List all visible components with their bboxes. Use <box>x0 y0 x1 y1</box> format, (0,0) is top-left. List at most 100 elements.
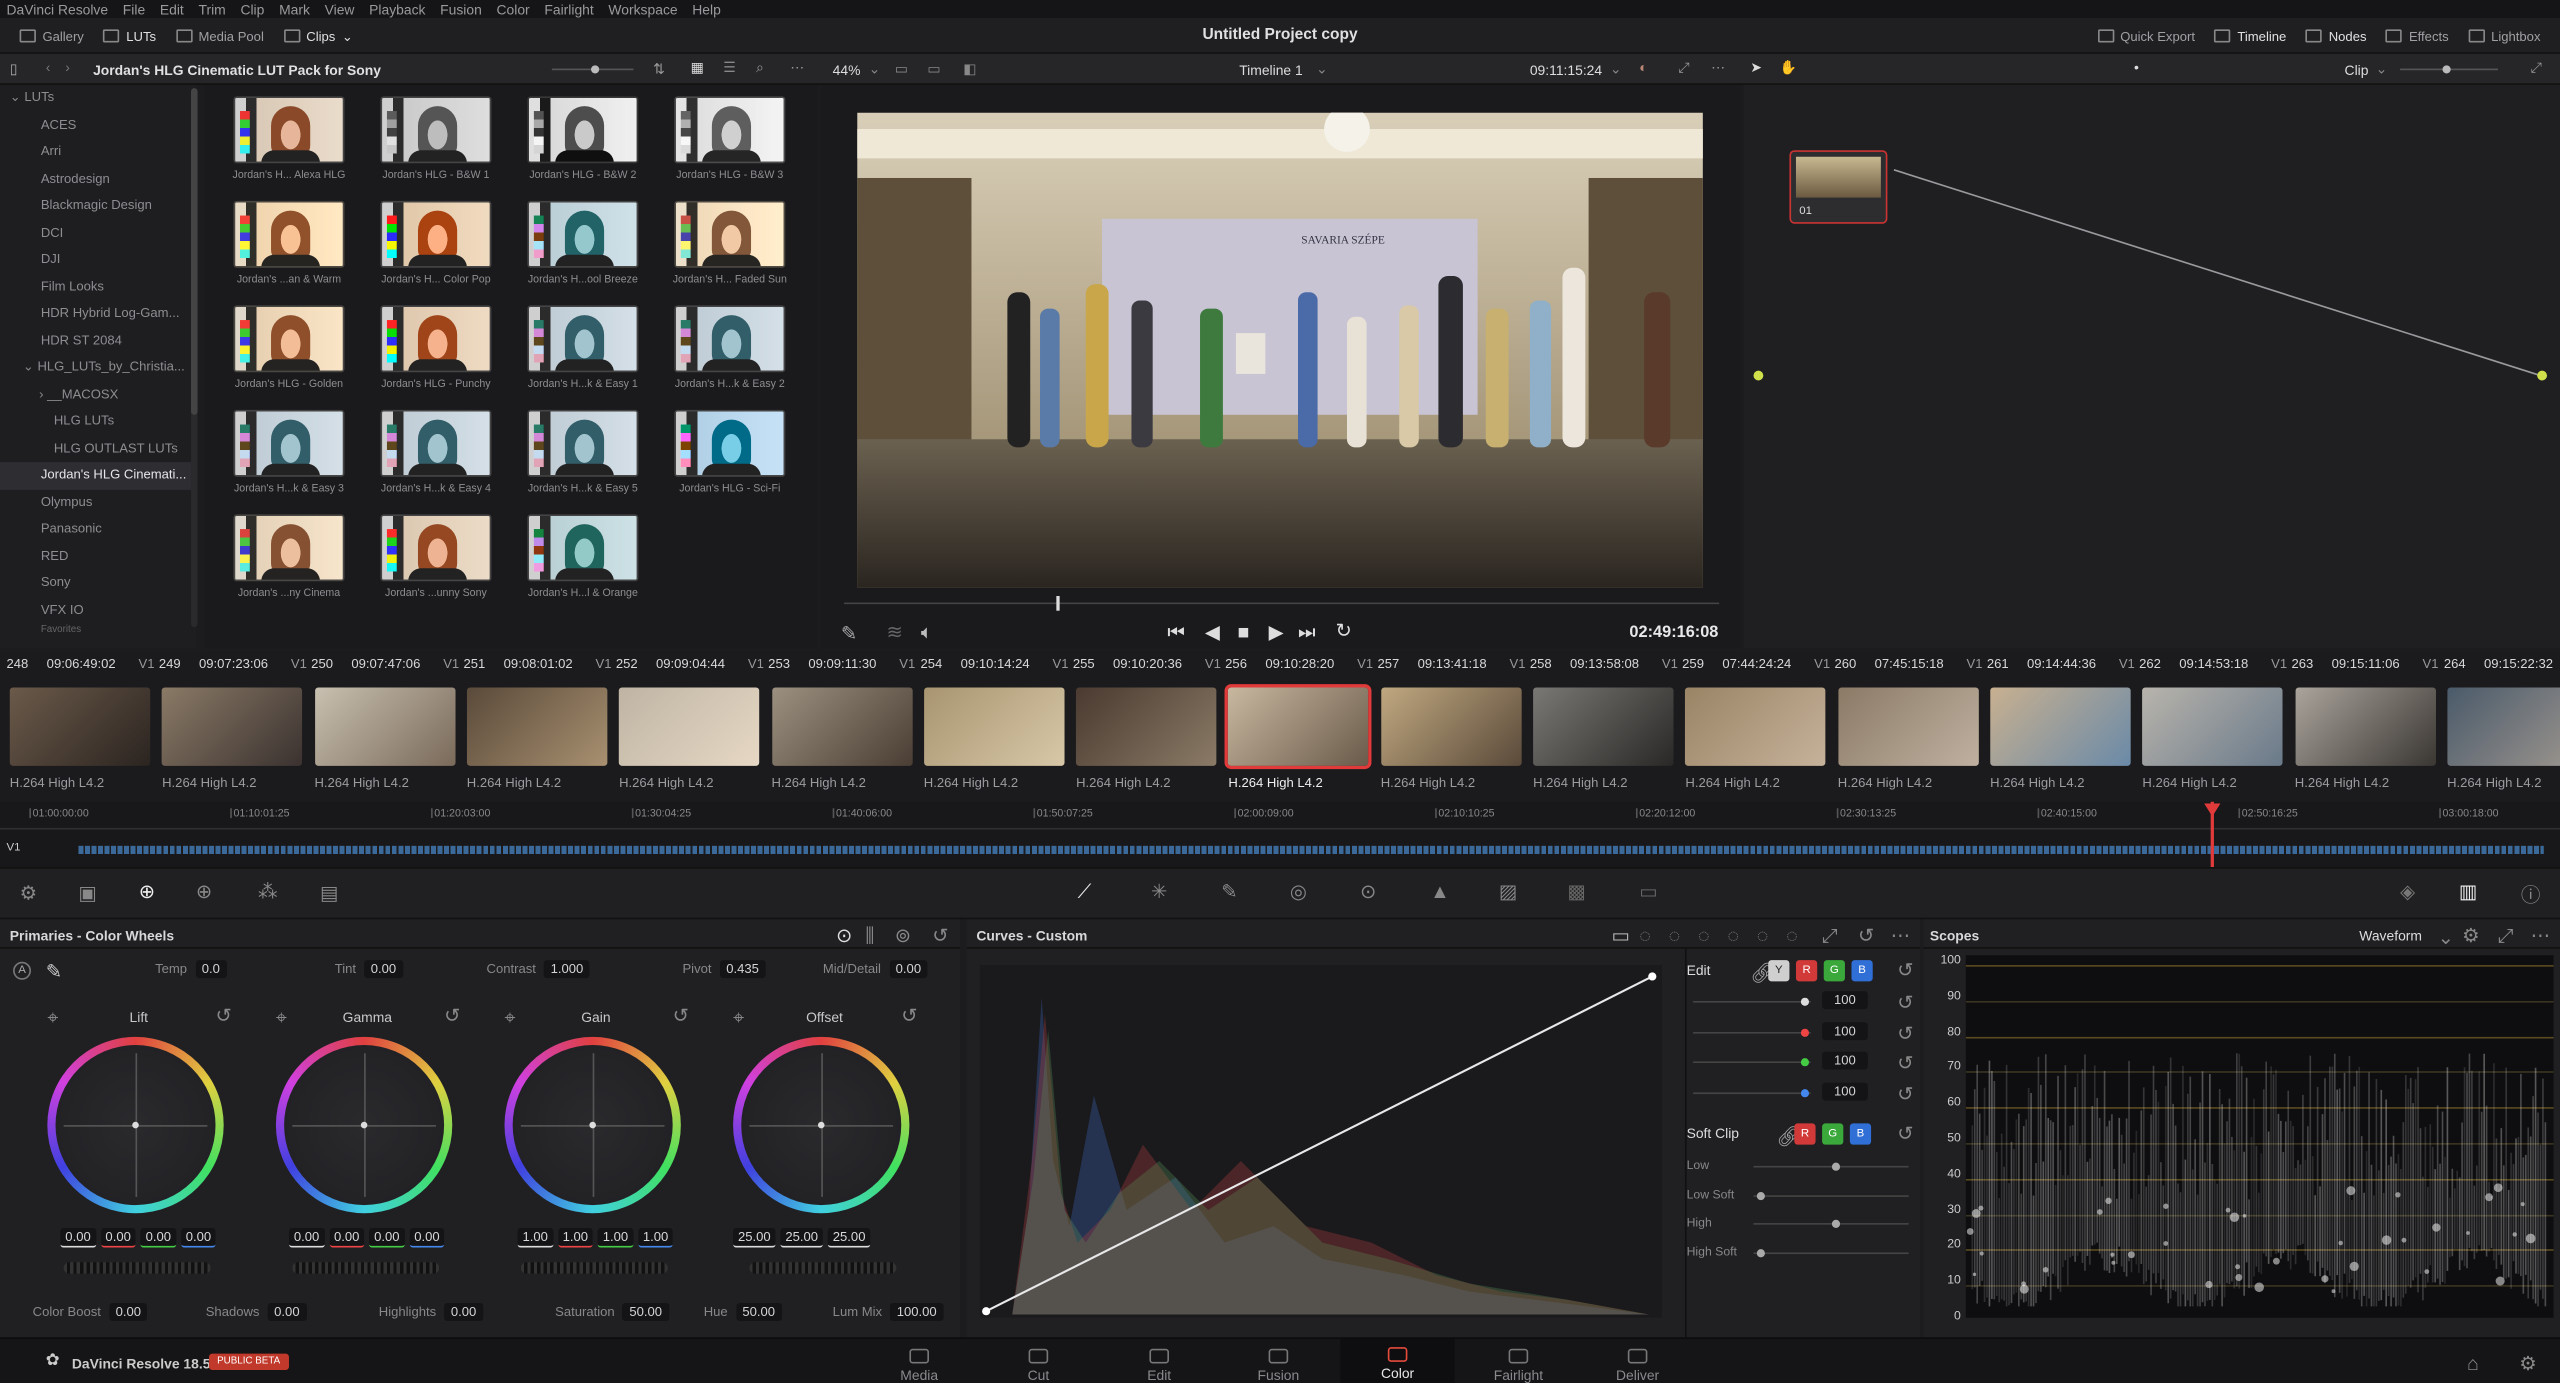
curve-point-white[interactable] <box>1648 972 1657 981</box>
bypass-icon[interactable]: ◐ <box>1639 59 1647 75</box>
lut-folder-item[interactable]: ⌄ HLG_LUTs_by_Christia... <box>0 354 196 381</box>
lut-folder-item[interactable]: Astrodesign <box>0 166 196 193</box>
curve-graph[interactable] <box>979 965 1663 1318</box>
timecode-display[interactable]: 09:11:15:24 <box>1530 62 1602 78</box>
wheel-value[interactable]: 0.00 <box>409 1227 445 1248</box>
settings-icon[interactable]: ⚙ <box>2519 1352 2537 1375</box>
lut-thumbnail[interactable] <box>527 200 639 268</box>
qualifier-icon[interactable]: ✎ <box>1221 880 1237 903</box>
softclip-slider[interactable] <box>1753 1191 1909 1200</box>
clip-item[interactable]: 252 09:09:04:44 V1 H.264 High L4.2 <box>613 652 765 802</box>
intensity-value[interactable]: 100 <box>1822 991 1868 1010</box>
softclip-g-button[interactable]: G <box>1822 1123 1844 1145</box>
clip-item[interactable]: 249 09:07:23:06 V1 H.264 High L4.2 <box>156 652 308 802</box>
lut-folder-item[interactable]: Panasonic <box>0 516 196 543</box>
lut-thumbnail[interactable] <box>674 96 786 164</box>
menu-help[interactable]: Help <box>692 1 721 17</box>
tracker-icon[interactable]: ⊙ <box>1360 880 1376 903</box>
lut-thumbnail[interactable] <box>674 305 786 373</box>
color-wheels-icon[interactable]: ⊕ <box>139 880 155 903</box>
wheel-value[interactable]: 1.00 <box>557 1227 593 1248</box>
clip-item[interactable]: 264 09:15:22:32V1 H.264 High L4.2 <box>2441 652 2560 802</box>
sat-vs-lum-icon[interactable]: ◌ <box>1786 924 1798 947</box>
fullscreen-icon[interactable]: ⤢ <box>1678 59 1689 77</box>
lut-thumbnail[interactable] <box>380 96 492 164</box>
hdr-wheels-icon[interactable]: ⊕ <box>196 880 212 903</box>
param-value[interactable]: 0.00 <box>364 960 403 979</box>
master-wheel[interactable] <box>749 1262 897 1274</box>
play-icon[interactable]: ▶ <box>1269 621 1284 644</box>
scopes-icon[interactable]: ▥ <box>2459 880 2478 903</box>
master-wheel[interactable] <box>292 1262 440 1274</box>
param-value[interactable]: 0.00 <box>109 1303 148 1322</box>
page-tab-fusion[interactable]: Fusion <box>1221 1348 1335 1383</box>
wheel-handle[interactable] <box>589 1121 596 1129</box>
window-icon[interactable]: ◎ <box>1290 880 1307 903</box>
more-options-icon[interactable]: ⋯ <box>2531 924 2551 947</box>
param-value[interactable]: 0.00 <box>444 1303 483 1322</box>
wheel-value[interactable]: 25.00 <box>733 1227 776 1248</box>
clip-item[interactable]: 259 07:44:24:24 V1 H.264 High L4.2 <box>1679 652 1831 802</box>
zoom-dropdown[interactable]: 44% <box>833 62 861 78</box>
menu-fusion[interactable]: Fusion <box>440 1 482 17</box>
more-options-icon[interactable]: ⋯ <box>790 59 804 77</box>
wheel-value[interactable]: 0.00 <box>329 1227 365 1248</box>
auto-balance-icon[interactable]: A <box>13 961 32 980</box>
reset-icon[interactable]: ↺ <box>1897 1122 1913 1145</box>
lut-thumbnail[interactable] <box>380 305 492 373</box>
list-view-icon[interactable]: ☰ <box>723 59 735 77</box>
lut-thumbnail[interactable] <box>527 514 639 582</box>
wheel-handle[interactable] <box>132 1121 139 1129</box>
color-warper-icon[interactable]: ✳ <box>1151 880 1167 903</box>
lut-thumbnail[interactable] <box>380 200 492 268</box>
menu-edit[interactable]: Edit <box>160 1 184 17</box>
sidebar-toggle-icon[interactable]: ▯ <box>10 60 18 78</box>
page-tab-fairlight[interactable]: Fairlight <box>1461 1348 1575 1383</box>
wheel-handle[interactable] <box>817 1121 825 1129</box>
go-to-start-icon[interactable]: ⏮︎ <box>1167 621 1185 645</box>
param-value[interactable]: 50.00 <box>622 1303 669 1322</box>
reset-icon[interactable]: ↺ <box>1897 991 1913 1014</box>
clip-thumbnail[interactable] <box>923 687 1065 766</box>
clip-thumbnail[interactable] <box>771 687 912 766</box>
color-wheel-gain[interactable] <box>504 1036 681 1214</box>
wheel-value[interactable]: 25.00 <box>780 1227 823 1248</box>
intensity-value[interactable]: 100 <box>1822 1021 1868 1040</box>
lut-folder-item[interactable]: HDR ST 2084 <box>0 327 196 354</box>
clip-thumbnail[interactable] <box>1685 687 1826 766</box>
intensity-slider[interactable] <box>1693 997 1811 1006</box>
lut-folder-item[interactable]: ⌄ LUTs <box>0 85 196 112</box>
page-tab-color[interactable]: Color <box>1340 1338 1455 1383</box>
reset-icon[interactable]: ↺ <box>673 1004 689 1027</box>
lut-folder-item[interactable]: ACES <box>0 112 196 139</box>
picker-icon[interactable]: ✎ <box>46 960 62 983</box>
menu-workspace[interactable]: Workspace <box>608 1 677 17</box>
lut-folder-item[interactable]: DCI <box>0 220 196 247</box>
intensity-value[interactable]: 100 <box>1822 1051 1868 1070</box>
curve-point-black[interactable] <box>982 1307 991 1316</box>
clip-item[interactable]: 262 09:14:53:18 V1 H.264 High L4.2 <box>2136 652 2288 802</box>
lut-folder-item[interactable]: Jordan's HLG Cinemati... <box>0 462 196 490</box>
slider-handle[interactable] <box>1800 1058 1810 1067</box>
nodes-button[interactable]: Nodes <box>2296 18 2376 54</box>
clip-thumbnail[interactable] <box>9 687 151 766</box>
wheel-value[interactable]: 0.00 <box>180 1227 217 1248</box>
lut-thumbnail[interactable] <box>380 409 492 477</box>
node-01[interactable]: 01 <box>1789 150 1888 224</box>
pointer-icon[interactable]: ➤ <box>1750 59 1762 77</box>
clip-item[interactable]: 260 07:45:15:18 V1 H.264 High L4.2 <box>1831 652 1983 802</box>
lut-folder-item[interactable]: Blackmagic Design <box>0 193 196 220</box>
reset-icon[interactable]: ↺ <box>1897 959 1913 982</box>
wheel-value[interactable]: 1.00 <box>597 1227 634 1248</box>
param-value[interactable]: 1.000 <box>544 960 590 979</box>
hand-icon[interactable]: ✋ <box>1780 59 1797 77</box>
hue-vs-sat-icon[interactable]: ◌ <box>1669 924 1681 947</box>
scope-mode-dropdown[interactable]: Waveform <box>2359 927 2422 943</box>
clip-thumbnail[interactable] <box>2447 687 2560 766</box>
expand-icon[interactable]: ⤢ <box>2498 924 2514 948</box>
softclip-slider[interactable] <box>1753 1248 1909 1257</box>
param-value[interactable]: 100.00 <box>890 1303 944 1322</box>
clip-thumbnail[interactable] <box>619 687 760 766</box>
back-icon[interactable]: ‹ <box>46 59 51 75</box>
lut-thumbnail[interactable] <box>527 305 639 373</box>
